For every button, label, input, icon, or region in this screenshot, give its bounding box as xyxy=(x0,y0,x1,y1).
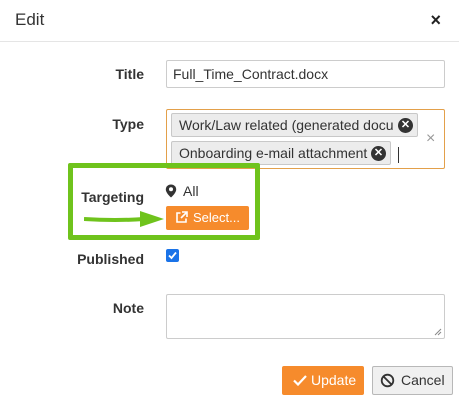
remove-circle-icon[interactable]: ✕ xyxy=(371,146,386,161)
select-button-label: Select... xyxy=(193,210,240,225)
ban-icon xyxy=(380,373,395,388)
type-multiselect[interactable]: Work/Law related (generated docu ✕ Onboa… xyxy=(166,109,445,169)
text-cursor xyxy=(398,147,399,163)
remove-circle-icon[interactable]: ✕ xyxy=(398,118,413,133)
targeting-label: Targeting xyxy=(81,189,144,205)
external-link-icon xyxy=(176,211,188,223)
type-tag-label: Work/Law related (generated docu xyxy=(179,117,394,133)
cancel-button[interactable]: Cancel xyxy=(372,366,453,395)
update-button[interactable]: Update xyxy=(282,366,364,395)
cancel-button-label: Cancel xyxy=(401,372,445,388)
dialog-header: Edit × xyxy=(0,0,459,42)
select-targeting-button[interactable]: Select... xyxy=(166,206,249,230)
clear-all-icon[interactable]: × xyxy=(426,130,435,148)
targeting-value: All xyxy=(183,183,199,199)
title-input[interactable]: Full_Time_Contract.docx xyxy=(166,60,445,88)
type-tag: Onboarding e-mail attachment ✕ xyxy=(171,141,391,165)
checkmark-icon xyxy=(168,251,177,260)
title-label: Title xyxy=(115,66,144,82)
published-label: Published xyxy=(77,251,144,267)
update-button-label: Update xyxy=(311,372,357,388)
dialog-title: Edit xyxy=(15,10,45,29)
type-tag: Work/Law related (generated docu ✕ xyxy=(171,113,418,137)
close-icon[interactable]: × xyxy=(430,11,441,29)
annotation-arrow xyxy=(84,211,164,227)
type-label: Type xyxy=(112,116,144,132)
note-label: Note xyxy=(112,300,144,316)
published-checkbox[interactable] xyxy=(166,249,179,262)
checkmark-icon xyxy=(293,375,307,386)
resize-grip-icon[interactable] xyxy=(434,328,442,336)
map-marker-icon xyxy=(165,184,177,198)
edit-dialog: Edit × Title Full_Time_Contract.docx Typ… xyxy=(0,0,459,402)
note-textarea[interactable] xyxy=(166,294,445,339)
type-tag-label: Onboarding e-mail attachment xyxy=(179,145,368,161)
